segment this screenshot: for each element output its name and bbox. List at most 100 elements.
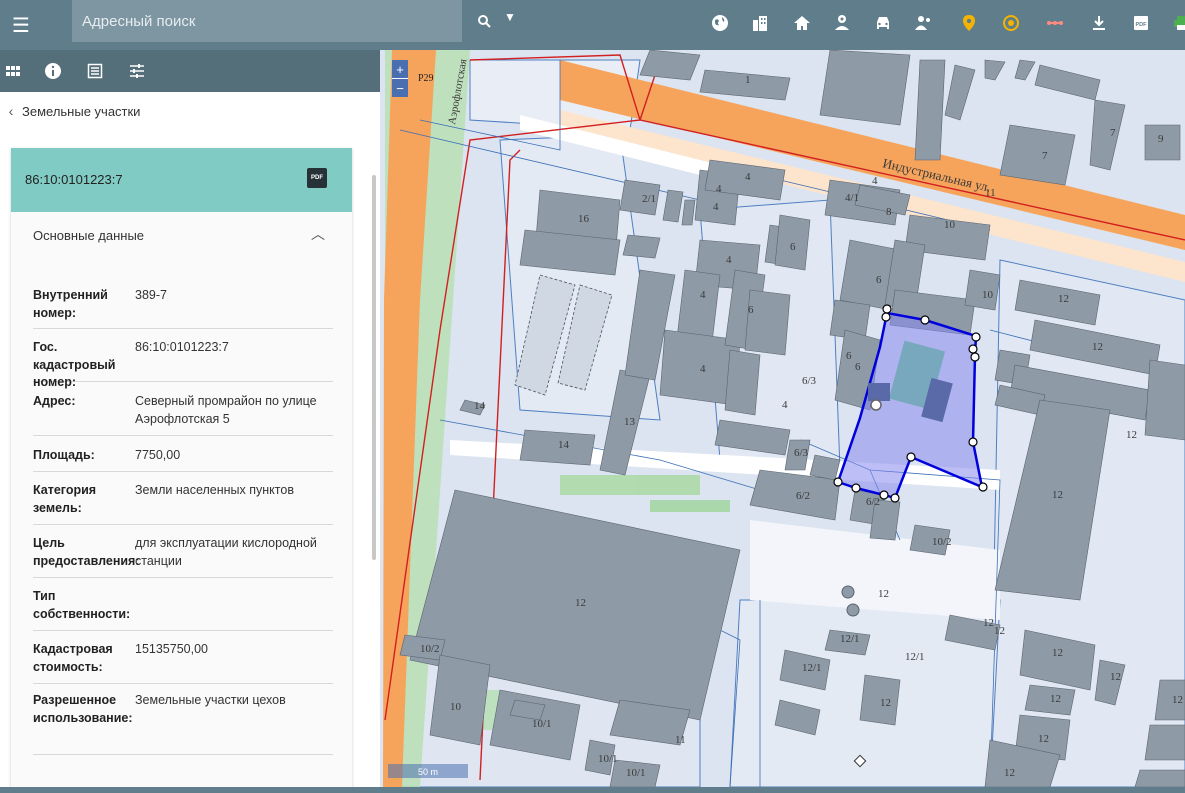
building-number: 12	[880, 697, 891, 709]
print-icon[interactable]	[1168, 10, 1185, 36]
card-header: 86:10:0101223:7 PDF	[11, 148, 352, 212]
globe-icon[interactable]	[707, 10, 733, 36]
building-number: 10	[982, 289, 994, 301]
building-number: 12	[878, 588, 889, 600]
breadcrumb[interactable]: ‹ Земельные участки	[0, 92, 370, 130]
field-value: 389-7	[135, 288, 167, 302]
building-number: 10/2	[420, 643, 440, 655]
building-number: 11	[675, 734, 686, 746]
building-number: 4	[726, 254, 732, 266]
list-icon[interactable]	[82, 58, 108, 84]
chevron-up-icon[interactable]: ︿	[311, 224, 325, 244]
parcel-card: 86:10:0101223:7 PDF Основные данные ︿ Вн…	[11, 148, 352, 793]
building-number: 12	[1004, 767, 1015, 779]
field-value: 15135750,00	[135, 642, 208, 656]
zoom-out-button[interactable]: −	[392, 79, 408, 97]
field-label: Кадастровая стоимость:	[33, 642, 113, 674]
road-label: Р29	[418, 73, 434, 84]
home-icon[interactable]	[789, 10, 815, 36]
field-label: Цель предоставления:	[33, 536, 140, 568]
info-panel: ‹ Земельные участки 86:10:0101223:7 PDF …	[0, 50, 380, 793]
building-number: 4	[700, 363, 706, 375]
search-button[interactable]	[470, 7, 500, 37]
location-badge-icon[interactable]	[829, 10, 855, 36]
zoom-in-button[interactable]: +	[392, 60, 408, 78]
building-number: 6	[790, 241, 796, 253]
measure-icon[interactable]	[1042, 10, 1068, 36]
map-pin-icon[interactable]	[956, 10, 982, 36]
building-number: 6/3	[802, 375, 817, 387]
building-number: 10/1	[598, 753, 618, 765]
field-value: Земельные участки цехов	[135, 693, 286, 707]
bottom-bar	[0, 787, 1185, 793]
building-number: 12	[983, 617, 994, 629]
building-number: 6/2	[796, 490, 810, 502]
top-toolbar: ☰ ▼ PDF	[0, 0, 1185, 50]
building-number: 10/1	[532, 718, 552, 730]
building-number: 12	[994, 625, 1005, 637]
svg-text:PDF: PDF	[1136, 22, 1148, 28]
field-row: Гос. кадастровый номер: 86:10:0101223:7	[33, 339, 333, 389]
building-number: 6/3	[794, 447, 809, 459]
map-canvas[interactable]: Индустриальная ул. 11 Аэрофлотская Р29 1…	[380, 50, 1185, 787]
buildings-icon[interactable]	[747, 10, 773, 36]
road-label: 11	[985, 187, 996, 199]
building-number: 4	[745, 171, 751, 183]
field-label: Площадь:	[33, 448, 95, 462]
car-icon[interactable]	[870, 10, 896, 36]
address-search: ▼	[72, 0, 516, 42]
building-number: 6	[855, 361, 861, 373]
building-number: 6	[846, 350, 852, 362]
building-number: 10	[450, 701, 462, 713]
field-label: Адрес:	[33, 394, 76, 408]
building-number: 12	[1050, 693, 1061, 705]
map-view[interactable]: Индустриальная ул. 11 Аэрофлотская Р29 1…	[380, 50, 1185, 787]
field-label: Тип собственности:	[33, 589, 131, 621]
search-icon	[478, 15, 491, 28]
section-title: Основные данные	[33, 228, 145, 243]
building-number: 12	[1126, 429, 1137, 441]
building-number: 8	[886, 206, 892, 218]
section-header[interactable]: Основные данные ︿	[11, 212, 352, 256]
building-number: 12/1	[905, 651, 925, 663]
pdf-icon[interactable]: PDF	[1128, 10, 1154, 36]
search-input[interactable]	[82, 0, 422, 42]
building-number: 14	[474, 400, 486, 412]
pdf-icon: PDF	[311, 175, 323, 181]
menu-icon: ☰	[12, 14, 30, 37]
building-number: 12	[575, 597, 586, 609]
back-chevron-icon[interactable]: ‹	[0, 103, 22, 119]
search-dropdown-icon[interactable]: ▼	[504, 10, 516, 24]
panel-scrollbar[interactable]	[372, 175, 376, 560]
breadcrumb-label: Земельные участки	[22, 103, 141, 119]
building-number: 12/1	[802, 662, 822, 674]
filter-settings-icon[interactable]	[124, 58, 150, 84]
building-number: 12	[1038, 733, 1049, 745]
field-row: Кадастровая стоимость: 15135750,00	[33, 641, 333, 684]
building-number: 7	[1042, 150, 1048, 162]
field-row: Категория земель: Земли населенных пункт…	[33, 482, 333, 525]
building-number: 10/1	[626, 767, 646, 779]
field-label: Категория земель:	[33, 483, 97, 515]
target-icon[interactable]	[998, 10, 1024, 36]
building-number: 2/1	[642, 193, 656, 205]
building-number: 16	[578, 213, 590, 225]
menu-button[interactable]: ☰	[0, 0, 42, 50]
pdf-export-button[interactable]: PDF	[307, 168, 327, 188]
building-number: 12	[1172, 694, 1183, 706]
building-number: 13	[624, 416, 636, 428]
building-number: 12/1	[840, 633, 860, 645]
field-value: Земли населенных пунктов	[135, 483, 294, 497]
download-icon[interactable]	[1086, 10, 1112, 36]
info-icon[interactable]	[40, 58, 66, 84]
parcel-number-title: 86:10:0101223:7	[25, 172, 123, 187]
field-row: Площадь: 7750,00	[33, 447, 333, 472]
building-number: 6	[876, 274, 882, 286]
field-label: Гос. кадастровый номер:	[33, 340, 116, 389]
field-row: Цель предоставления: для эксплуатации ки…	[33, 535, 333, 578]
zoom-control: + −	[392, 60, 408, 97]
grid-icon[interactable]	[0, 58, 26, 84]
building-number: 12	[1092, 341, 1103, 353]
people-icon[interactable]	[910, 10, 936, 36]
building-number: 9	[1158, 133, 1164, 145]
